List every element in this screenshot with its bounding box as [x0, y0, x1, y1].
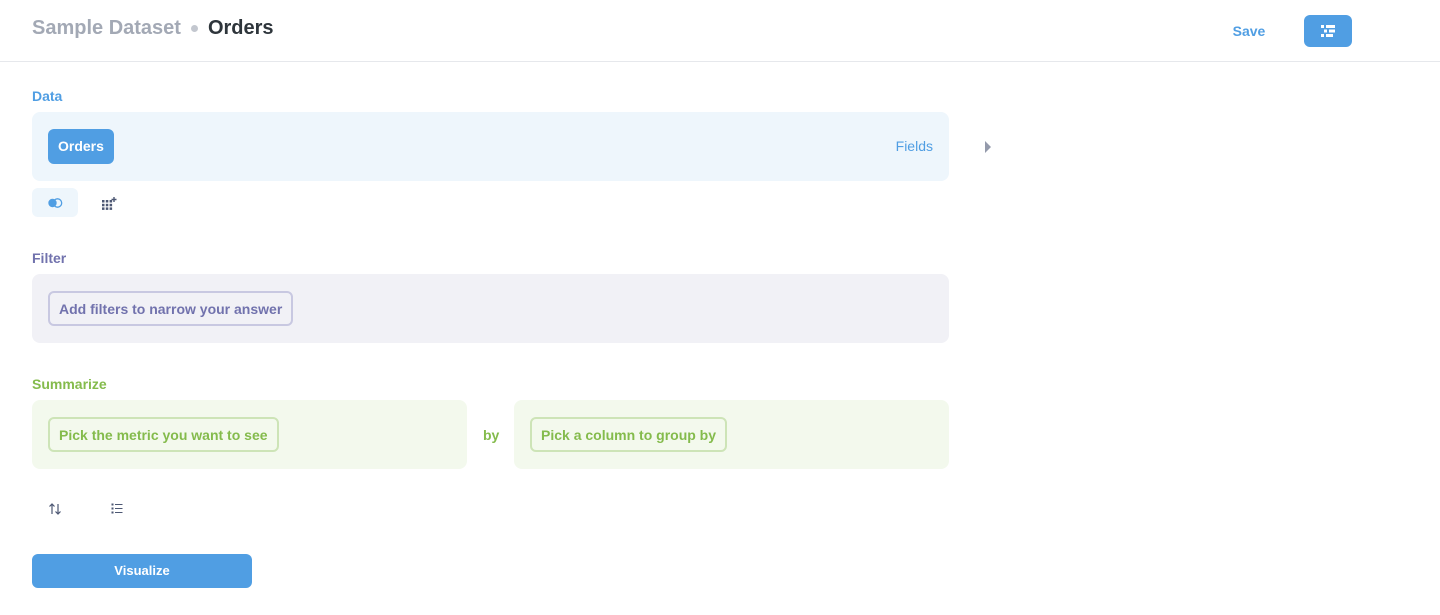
sort-button[interactable] [38, 494, 72, 523]
breadcrumb-separator [190, 25, 198, 32]
visualize-button[interactable]: Visualize [32, 554, 252, 588]
join-icon [48, 197, 63, 208]
source-table-pill[interactable]: Orders [48, 129, 114, 164]
notebook-toggle-button[interactable] [1304, 15, 1352, 47]
sort-icon [49, 502, 61, 515]
add-filter-button[interactable]: Add filters to narrow your answer [48, 291, 294, 326]
data-step-label: Data [32, 88, 63, 104]
save-button[interactable]: Save [1224, 20, 1274, 42]
row-limit-button[interactable] [100, 494, 134, 523]
breadcrumb: Sample Dataset Orders [32, 17, 274, 40]
filter-step-panel: Add filters to narrow your answer [32, 274, 949, 343]
notebook-icon [1321, 25, 1335, 37]
metric-panel: Pick the metric you want to see [32, 400, 467, 469]
filter-step-label: Filter [32, 250, 67, 266]
add-column-icon [102, 196, 117, 210]
summarize-step-label: Summarize [32, 376, 107, 392]
custom-column-button[interactable] [94, 188, 124, 217]
fields-link[interactable]: Fields [896, 138, 933, 154]
pick-group-by-button[interactable]: Pick a column to group by [530, 417, 728, 452]
app-header: Sample Dataset Orders Save [0, 0, 1440, 62]
pick-metric-button[interactable]: Pick the metric you want to see [48, 417, 279, 452]
expand-preview-icon[interactable] [984, 140, 992, 159]
data-step-panel: Orders Fields [32, 112, 949, 181]
join-data-button[interactable] [32, 188, 78, 217]
group-by-panel: Pick a column to group by [514, 400, 949, 469]
limit-icon [111, 503, 123, 514]
breadcrumb-database[interactable]: Sample Dataset [32, 17, 181, 40]
by-label: by [483, 427, 500, 443]
page-title: Orders [207, 17, 274, 39]
